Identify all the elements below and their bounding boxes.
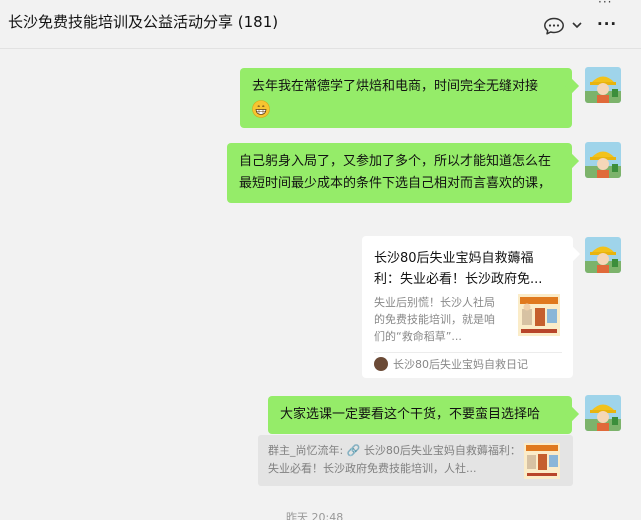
timestamp: 昨天 20:48: [286, 511, 344, 520]
chevron-down-icon[interactable]: [571, 20, 583, 30]
chat-title: 长沙免费技能培训及公益活动分享 (181): [8, 13, 279, 31]
chat-bubble-icon[interactable]: [543, 17, 565, 35]
avatar[interactable]: [585, 142, 621, 178]
divider: [374, 352, 562, 353]
avatar[interactable]: [585, 237, 621, 273]
message-bubble[interactable]: 去年我在常德学了烘焙和电商，时间完全无缝对接: [240, 68, 572, 128]
avatar[interactable]: [585, 395, 621, 431]
message-text: 去年我在常德学了烘焙和电商，时间完全无缝对接: [252, 79, 539, 94]
link-card[interactable]: 长沙80后失业宝妈自救薅福利：失业必看！长沙政府免... 失业后别慌！长沙人社局…: [362, 236, 573, 378]
quoted-message[interactable]: 群主_尚忆流年: 🔗 长沙80后失业宝妈自救薅福利：失业必看！长沙政府免费技能培…: [258, 435, 573, 486]
message-bubble[interactable]: 大家选课一定要看这个干货，不要蛮目选择哈: [268, 396, 572, 434]
more-icon[interactable]: ···: [597, 15, 617, 33]
grinning-face-emoji: [252, 99, 270, 118]
message-text: 自己躬身入局了，又参加了多个，所以才能知道怎么在最短时间最少成本的条件下选自己相…: [239, 154, 552, 191]
card-thumbnail: [518, 294, 560, 336]
card-description: 失业后别慌！长沙人社局的免费技能培训，就是咱们的“救命稻草”...: [374, 296, 495, 343]
quote-text: 群主_尚忆流年: 🔗 长沙80后失业宝妈自救薅福利：失业必看！长沙政府免费技能培…: [268, 444, 521, 475]
card-source: 长沙80后失业宝妈自救日记: [393, 358, 528, 371]
chat-header: ··· 长沙免费技能培训及公益活动分享 (181) ···: [0, 0, 641, 49]
quote-thumbnail: [524, 443, 560, 479]
window-more-icon[interactable]: ···: [598, 0, 612, 9]
source-avatar-icon: [374, 357, 388, 371]
message-text: 大家选课一定要看这个干货，不要蛮目选择哈: [280, 407, 541, 422]
message-bubble[interactable]: 自己躬身入局了，又参加了多个，所以才能知道怎么在最短时间最少成本的条件下选自己相…: [227, 143, 572, 203]
avatar[interactable]: [585, 67, 621, 103]
card-title: 长沙80后失业宝妈自救薅福利：失业必看！长沙政府免...: [374, 251, 543, 287]
